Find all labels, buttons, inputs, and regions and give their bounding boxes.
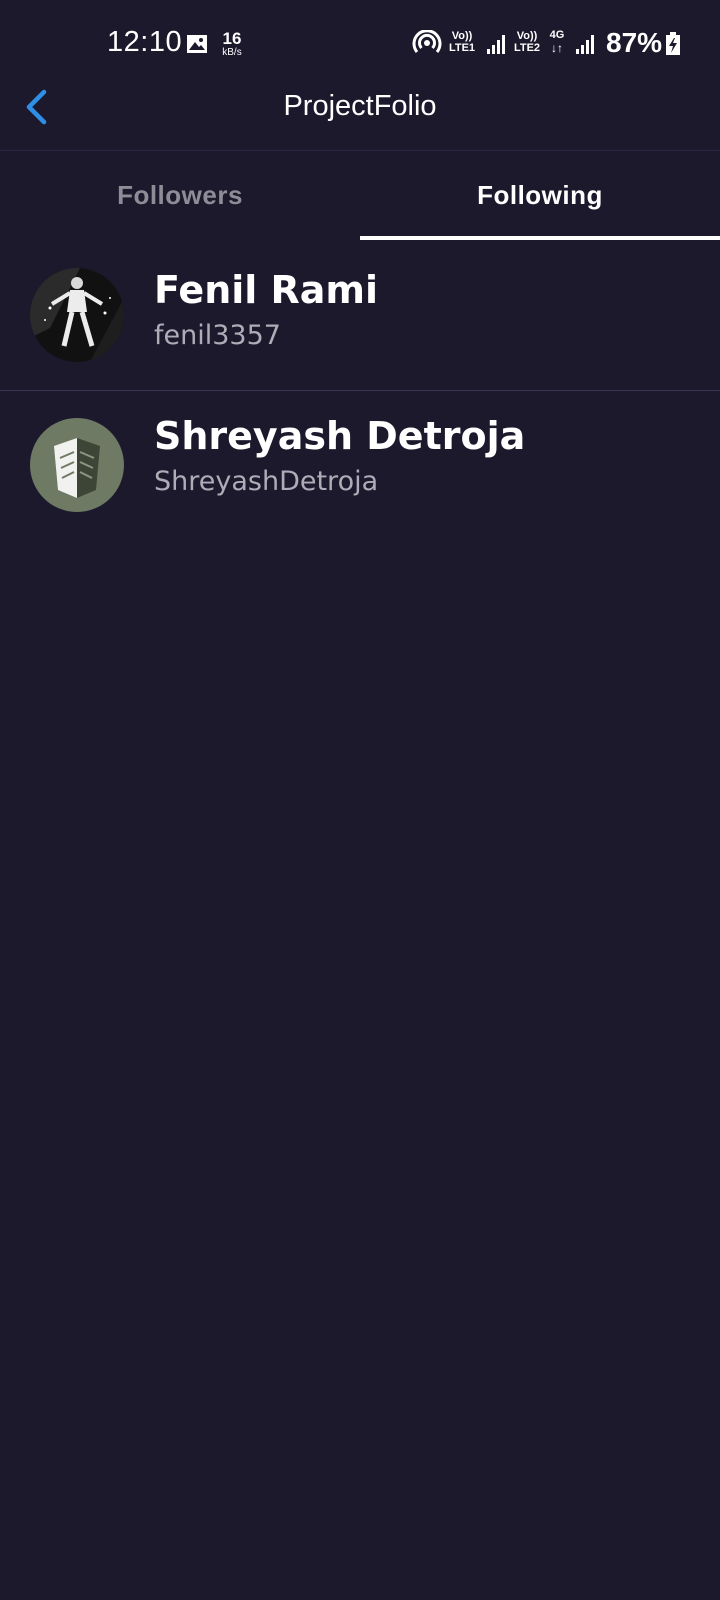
sim1-volte-label: Vo)) LTE1	[448, 30, 476, 54]
battery-percentage: 87%	[606, 27, 663, 58]
user-name: Fenil Rami	[154, 268, 379, 312]
battery-charging-icon	[665, 32, 681, 56]
status-time: 12:10	[107, 26, 183, 58]
list-item[interactable]: Fenil Rami fenil3357	[0, 240, 720, 391]
tab-bar: Followers Following	[0, 150, 720, 240]
following-list: Fenil Rami fenil3357 Shreyash Detroja Sh…	[0, 240, 720, 512]
tab-followers[interactable]: Followers	[0, 150, 360, 240]
network-type-label: 4G ↓↑	[549, 29, 565, 55]
avatar	[30, 268, 124, 362]
network-speed: 16 kB/s	[222, 29, 242, 58]
signal-strength-icon	[575, 33, 595, 55]
signal-strength-icon	[486, 33, 506, 55]
status-bar: 12:10 16 kB/s Vo)) LTE1 Vo)) LTE2 4G ↓↑ …	[0, 0, 720, 88]
avatar	[30, 418, 124, 512]
tab-following[interactable]: Following	[360, 150, 720, 240]
page-title: ProjectFolio	[283, 90, 437, 122]
gallery-icon	[186, 34, 208, 54]
sim2-volte-label: Vo)) LTE2	[513, 30, 541, 54]
user-handle: fenil3357	[154, 320, 281, 351]
app-header: ProjectFolio	[0, 88, 720, 151]
user-name: Shreyash Detroja	[154, 414, 526, 458]
list-item[interactable]: Shreyash Detroja ShreyashDetroja	[0, 390, 720, 540]
hotspot-icon	[411, 29, 443, 56]
user-handle: ShreyashDetroja	[154, 466, 379, 497]
